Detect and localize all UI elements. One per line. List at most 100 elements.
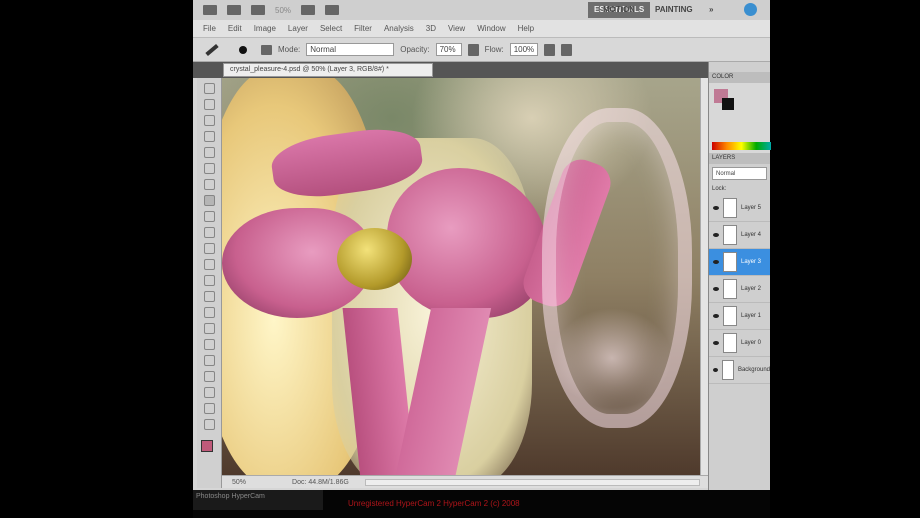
menu-filter[interactable]: Filter: [354, 24, 372, 33]
pen-tool-icon[interactable]: [203, 307, 215, 318]
bridge-icon[interactable]: [203, 5, 217, 15]
eraser-tool-icon[interactable]: [203, 243, 215, 254]
airbrush-icon[interactable]: [543, 43, 555, 56]
menu-image[interactable]: Image: [254, 24, 276, 33]
taskbar-item[interactable]: Photoshop: [196, 493, 229, 500]
menu-edit[interactable]: Edit: [228, 24, 242, 33]
layer-thumbnail: [723, 198, 737, 218]
more-workspaces[interactable]: »: [703, 2, 719, 18]
gradient-tool-icon[interactable]: [203, 259, 215, 270]
status-bar: 50% Doc: 44.8M/1.86G: [222, 475, 708, 488]
layer-row[interactable]: Layer 2: [709, 276, 770, 303]
marquee-tool-icon[interactable]: [203, 99, 215, 110]
lasso-tool-icon[interactable]: [203, 115, 215, 126]
menu-help[interactable]: Help: [518, 24, 534, 33]
cs-live-icon[interactable]: [744, 3, 757, 16]
menu-view[interactable]: View: [448, 24, 465, 33]
color-panel: [709, 83, 771, 153]
minibridge-icon[interactable]: [227, 5, 241, 15]
layer-blend-mode[interactable]: Normal: [712, 167, 767, 180]
layer-row[interactable]: Layer 0: [709, 330, 770, 357]
taskbar: Photoshop HyperCam: [193, 490, 323, 510]
visibility-eye-icon[interactable]: [713, 260, 719, 264]
pressure-opacity-icon[interactable]: [467, 43, 479, 56]
menu-file[interactable]: File: [203, 24, 216, 33]
visibility-eye-icon[interactable]: [713, 233, 719, 237]
opacity-field[interactable]: 70%: [435, 43, 462, 56]
menu-bar: File Edit Image Layer Select Filter Anal…: [193, 20, 770, 37]
clone-stamp-tool-icon[interactable]: [203, 211, 215, 222]
recording-watermark: Unregistered HyperCam 2 HyperCam 2 (c) 2…: [348, 499, 520, 508]
layer-thumbnail: [721, 360, 734, 380]
view-extras-icon[interactable]: [251, 5, 265, 15]
workspace-painting[interactable]: PAINTING: [649, 2, 699, 18]
taskbar-item[interactable]: HyperCam: [231, 493, 264, 500]
quick-select-tool-icon[interactable]: [203, 131, 215, 142]
layer-row[interactable]: Layer 5: [709, 195, 770, 222]
lock-label: Lock:: [712, 186, 727, 192]
menu-analysis[interactable]: Analysis: [384, 24, 414, 33]
layer-row[interactable]: Layer 3: [709, 249, 770, 276]
workspace-motion[interactable]: MOTION: [597, 2, 641, 18]
screen-mode-icon[interactable]: [325, 5, 340, 15]
hand-tool-icon[interactable]: [203, 403, 215, 414]
path-select-tool-icon[interactable]: [203, 339, 215, 350]
pressure-size-icon[interactable]: [560, 43, 572, 56]
layer-name: Layer 5: [741, 205, 762, 211]
zoom-tool-icon[interactable]: [203, 419, 215, 430]
foreground-color-swatch[interactable]: [201, 440, 213, 452]
document-tab[interactable]: crystal_pleasure-4.psd @ 50% (Layer 3, R…: [223, 63, 433, 77]
3d-orbit-tool-icon[interactable]: [203, 387, 215, 398]
shape-tool-icon[interactable]: [203, 355, 215, 366]
glass-highlight: [552, 308, 672, 408]
menu-layer[interactable]: Layer: [288, 24, 308, 33]
menu-select[interactable]: Select: [320, 24, 342, 33]
arrange-documents-icon[interactable]: [301, 5, 316, 15]
layer-row[interactable]: Background: [709, 357, 770, 384]
layer-name: Layer 4: [741, 232, 762, 238]
brush-tool-icon[interactable]: [203, 195, 215, 206]
flow-field[interactable]: 100%: [509, 43, 538, 56]
document-canvas[interactable]: [222, 78, 700, 475]
layers-panel-tab[interactable]: LAYERS: [709, 153, 770, 164]
layer-row[interactable]: Layer 4: [709, 222, 770, 249]
vertical-scrollbar[interactable]: [700, 78, 708, 475]
color-panel-tab[interactable]: COLOR: [709, 72, 770, 83]
color-spectrum[interactable]: [712, 142, 771, 150]
brush-size-icon[interactable]: [239, 45, 247, 54]
dodge-tool-icon[interactable]: [203, 291, 215, 302]
recorder-bar: Photoshop HyperCam Unregistered HyperCam…: [193, 490, 770, 518]
menu-window[interactable]: Window: [477, 24, 505, 33]
layer-thumbnail: [723, 333, 737, 353]
visibility-eye-icon[interactable]: [713, 314, 719, 318]
status-zoom[interactable]: 50%: [232, 479, 246, 486]
crop-tool-icon[interactable]: [203, 147, 215, 158]
visibility-eye-icon[interactable]: [713, 287, 719, 291]
layer-name: Background: [737, 367, 770, 373]
zoom-level[interactable]: 50%: [275, 6, 291, 15]
mode-select[interactable]: Normal: [306, 43, 395, 56]
eyedropper-tool-icon[interactable]: [203, 163, 215, 174]
layer-row[interactable]: Layer 1: [709, 303, 770, 330]
brush-tool-preset-icon[interactable]: [205, 43, 219, 56]
bg-color-swatch[interactable]: [722, 98, 734, 110]
3d-rotate-tool-icon[interactable]: [203, 371, 215, 382]
flow-label: Flow:: [484, 45, 504, 54]
horizontal-scrollbar[interactable]: [364, 478, 700, 486]
panel-dock: COLOR LAYERS Normal Lock: Layer 5 Layer 4…: [708, 62, 771, 490]
blur-tool-icon[interactable]: [203, 275, 215, 286]
visibility-eye-icon[interactable]: [713, 341, 719, 345]
brush-panel-icon[interactable]: [261, 44, 272, 55]
visibility-eye-icon[interactable]: [713, 206, 719, 210]
layer-name: Layer 0: [741, 340, 762, 346]
layers-list: Layer 5 Layer 4 Layer 3 Layer 2 Layer 1 Layer…: [709, 195, 770, 384]
history-brush-tool-icon[interactable]: [203, 227, 215, 238]
menu-3d[interactable]: 3D: [426, 24, 436, 33]
healing-brush-tool-icon[interactable]: [203, 179, 215, 190]
type-tool-icon[interactable]: [203, 323, 215, 334]
bell: [337, 228, 412, 290]
layer-name: Layer 2: [741, 286, 762, 292]
move-tool-icon[interactable]: [203, 83, 215, 94]
visibility-eye-icon[interactable]: [713, 368, 718, 372]
status-doc-info: Doc: 44.8M/1.86G: [292, 478, 349, 486]
